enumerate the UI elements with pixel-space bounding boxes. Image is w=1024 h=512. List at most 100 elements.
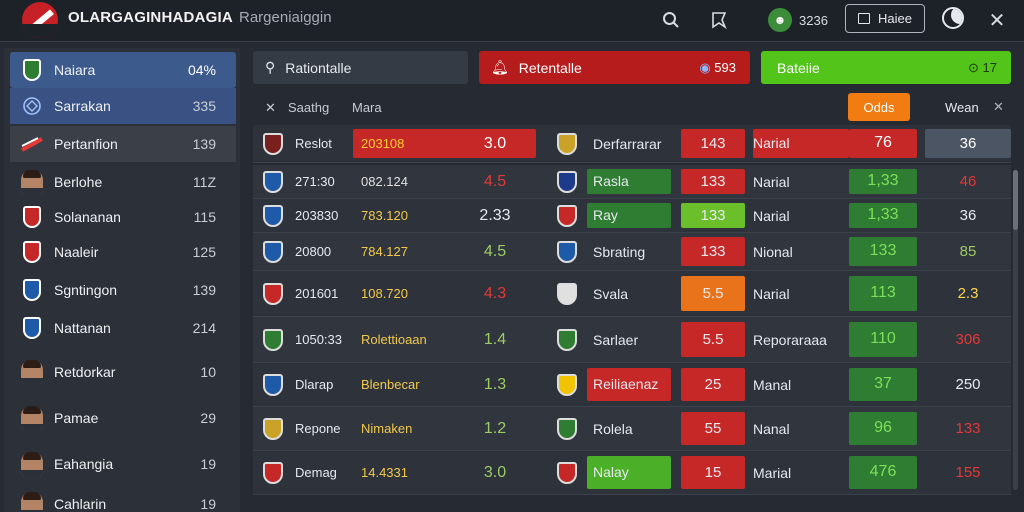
table-row[interactable]: Demag 14.4331 3.0 Nalay 15 Marial 476 155 <box>253 451 1011 495</box>
col-header-saathg[interactable]: Saathg <box>288 100 329 115</box>
market-label: Reporaraaa <box>753 331 827 348</box>
odds-cell[interactable]: 476 <box>849 456 917 489</box>
table-row[interactable]: 1050:33 Rolettioaan 1.4 Sarlaer 5.5 Reporaraa… <box>253 317 1011 363</box>
col-header-mara[interactable]: Mara <box>352 100 382 115</box>
match-time: 271:30 <box>295 174 335 189</box>
sidebar-item[interactable]: Eahangia 19 <box>10 446 236 482</box>
col-header-wean[interactable]: Wean <box>945 100 979 115</box>
home-button-label: Haiee <box>878 11 912 26</box>
sidebar-item-value: 115 <box>193 209 216 225</box>
away-team-name[interactable]: Sarlaer <box>587 317 671 362</box>
home-icon <box>858 13 871 24</box>
scrollbar-thumb[interactable] <box>1013 170 1018 230</box>
away-team-name[interactable]: Sbrating <box>587 233 671 270</box>
search-filter-button[interactable]: ⚲ Rationtalle <box>253 51 468 84</box>
sidebar-item[interactable]: Naaleir 125 <box>10 234 236 270</box>
sidebar-item[interactable]: Pamae 29 <box>10 400 236 436</box>
odds-cell[interactable]: 1,33 <box>849 202 917 229</box>
win-value: 36 <box>925 129 1011 158</box>
match-time: 1050:33 <box>295 332 342 347</box>
score-cell[interactable]: 5.5 <box>681 322 745 357</box>
away-team-name[interactable]: Svala <box>587 271 671 316</box>
win-value: 250 <box>955 376 981 393</box>
player-avatar-icon <box>20 492 44 512</box>
home-button[interactable]: Haiee <box>845 4 925 33</box>
sidebar-item[interactable]: Nattanan 214 <box>10 310 236 346</box>
table-row[interactable]: Reslot 203108 3.0 Derfarrarar 143 Narial 76 36 <box>253 125 1011 163</box>
sidebar-item[interactable]: Pertanfion 139 <box>10 126 236 162</box>
score-cell[interactable]: 5.5 <box>681 276 745 311</box>
scrollbar[interactable] <box>1013 170 1018 490</box>
away-team-crest-icon <box>557 317 581 362</box>
sidebar-item-label: Retdorkar <box>54 364 116 380</box>
match-time: 201601 <box>295 286 339 301</box>
score-cell[interactable]: 25 <box>681 368 745 401</box>
sidebar-item[interactable]: Solananan 115 <box>10 199 236 235</box>
bookmark-icon[interactable] <box>705 6 733 34</box>
sidebar-item[interactable]: Sgntingon 139 <box>10 272 236 308</box>
sidebar-item[interactable]: Naiara 04% <box>10 52 236 88</box>
home-value: 4.5 <box>483 242 507 260</box>
home-team-crest-icon <box>263 317 287 362</box>
sidebar-item[interactable]: Retdorkar 10 <box>10 354 236 390</box>
odds-cell[interactable]: 37 <box>849 368 917 401</box>
close-filter-icon[interactable]: ✕ <box>265 100 276 116</box>
app-logo-icon[interactable] <box>22 2 58 38</box>
odds-cell[interactable]: 133 <box>849 237 917 266</box>
away-team-crest-icon <box>557 363 581 406</box>
away-team-name[interactable]: Derfarrarar <box>587 125 671 162</box>
score-cell[interactable]: 55 <box>681 412 745 445</box>
user-status[interactable]: ☻ 3236 <box>768 6 828 34</box>
score-cell[interactable]: 133 <box>681 168 745 195</box>
close-icon[interactable]: ✕ <box>993 99 1004 115</box>
alert-filter-label: Retentalle <box>518 59 582 76</box>
sidebar-item[interactable]: Sarrakan 335 <box>10 88 236 124</box>
odds-cell[interactable]: 76 <box>849 129 917 158</box>
away-team-name[interactable]: Rasla <box>587 168 671 195</box>
home-value: 1.2 <box>483 419 507 437</box>
green-filter-count: ⊙ 17 <box>968 59 997 75</box>
market-label: Manal <box>753 376 792 393</box>
odds-cell[interactable]: 96 <box>849 412 917 445</box>
globe-icon <box>20 94 44 118</box>
market-label: Narial <box>753 207 790 224</box>
table-row[interactable]: Repone Nimaken 1.2 Rolela 55 Nanal 96 133 <box>253 407 1011 451</box>
close-icon[interactable]: ✕ <box>983 6 1011 34</box>
player-avatar-icon <box>20 452 44 476</box>
team-crest-icon <box>20 316 44 340</box>
odds-badge[interactable]: Odds <box>848 93 910 121</box>
theme-toggle-icon[interactable] <box>942 7 964 29</box>
alert-filter-button[interactable]: 🔔︎ Retentalle ◉ 593 <box>479 51 750 84</box>
odds-cell[interactable]: 113 <box>849 276 917 311</box>
home-team-crest-icon <box>263 233 287 270</box>
table-row[interactable]: 271:30 082.124 4.5 Rasla 133 Narial 1,33 46 <box>253 165 1011 199</box>
market-label: Marial <box>753 464 792 481</box>
score-cell[interactable]: 133 <box>681 237 745 266</box>
score-cell[interactable]: 133 <box>681 202 745 229</box>
team-crest-icon <box>20 240 44 264</box>
odds-cell[interactable]: 110 <box>849 322 917 357</box>
match-time: 203830 <box>295 208 339 223</box>
win-value: 46 <box>959 173 977 190</box>
sidebar-item[interactable]: Berlohe 11Z <box>10 164 236 200</box>
sidebar-item-label: Pamae <box>54 410 99 426</box>
sidebar-item[interactable]: Cahlarin 19 <box>10 486 236 512</box>
user-avatar-icon: ☻ <box>768 8 792 32</box>
market-label: Narial <box>753 129 849 158</box>
table-row[interactable]: 20800 784.127 4.5 Sbrating 133 Nional 133 85 <box>253 233 1011 271</box>
away-team-name[interactable]: Reiliaenaz <box>587 368 671 401</box>
score-cell[interactable]: 143 <box>681 129 745 158</box>
away-team-name[interactable]: Nalay <box>587 456 671 489</box>
app-title: OLARGAGINHADAGIA <box>68 9 233 26</box>
green-filter-button[interactable]: Bateiie ⊙ 17 <box>761 51 1011 84</box>
table-row[interactable]: 203830 783.120 2.33 Ray 133 Narial 1,33 36 <box>253 199 1011 233</box>
away-team-name[interactable]: Ray <box>587 202 671 229</box>
table-row[interactable]: Dlarap Blenbecar 1.3 Reiliaenaz 25 Manal 37 250 <box>253 363 1011 407</box>
search-icon[interactable] <box>657 6 685 34</box>
score-cell[interactable]: 15 <box>681 456 745 489</box>
away-team-name[interactable]: Rolela <box>587 407 671 450</box>
table-row[interactable]: 201601 108.720 4.3 Svala 5.5 Narial 113 2.3 <box>253 271 1011 317</box>
odds-cell[interactable]: 1,33 <box>849 168 917 195</box>
team-crest-icon <box>20 58 44 82</box>
away-team-crest-icon <box>557 199 581 232</box>
